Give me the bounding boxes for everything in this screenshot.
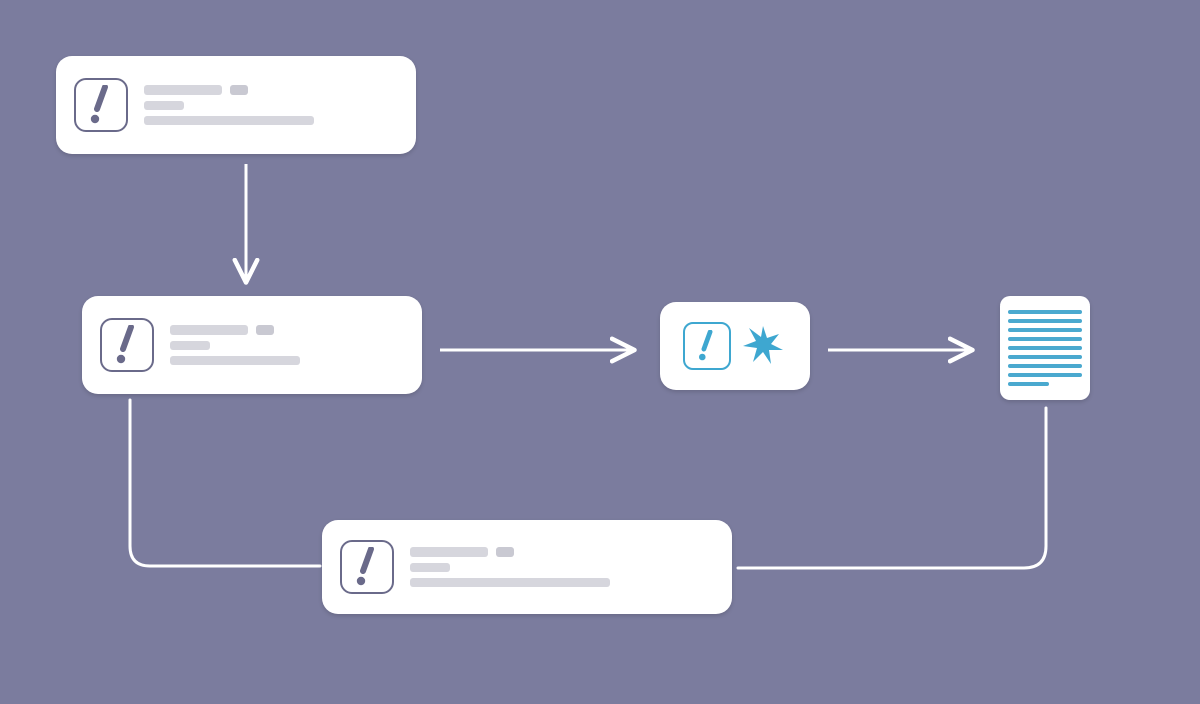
icon-pair-card xyxy=(660,302,810,390)
alert-card-2 xyxy=(82,296,422,394)
alert-card-1 xyxy=(56,56,416,154)
arrow-down-1 xyxy=(226,160,266,290)
elbow-connector-left xyxy=(110,396,330,586)
exclamation-icon xyxy=(74,78,128,132)
elbow-connector-right xyxy=(734,402,1074,592)
card-placeholder-lines xyxy=(170,325,404,365)
exclamation-icon xyxy=(340,540,394,594)
document-lines-icon xyxy=(1008,310,1082,314)
exclamation-icon xyxy=(100,318,154,372)
exclamation-icon xyxy=(683,322,731,370)
burst-icon xyxy=(739,320,787,373)
card-placeholder-lines xyxy=(144,85,398,125)
document-card xyxy=(1000,296,1090,400)
alert-card-3 xyxy=(322,520,732,614)
card-placeholder-lines xyxy=(410,547,714,587)
arrow-right-1 xyxy=(434,330,644,370)
arrow-right-2 xyxy=(822,330,982,370)
